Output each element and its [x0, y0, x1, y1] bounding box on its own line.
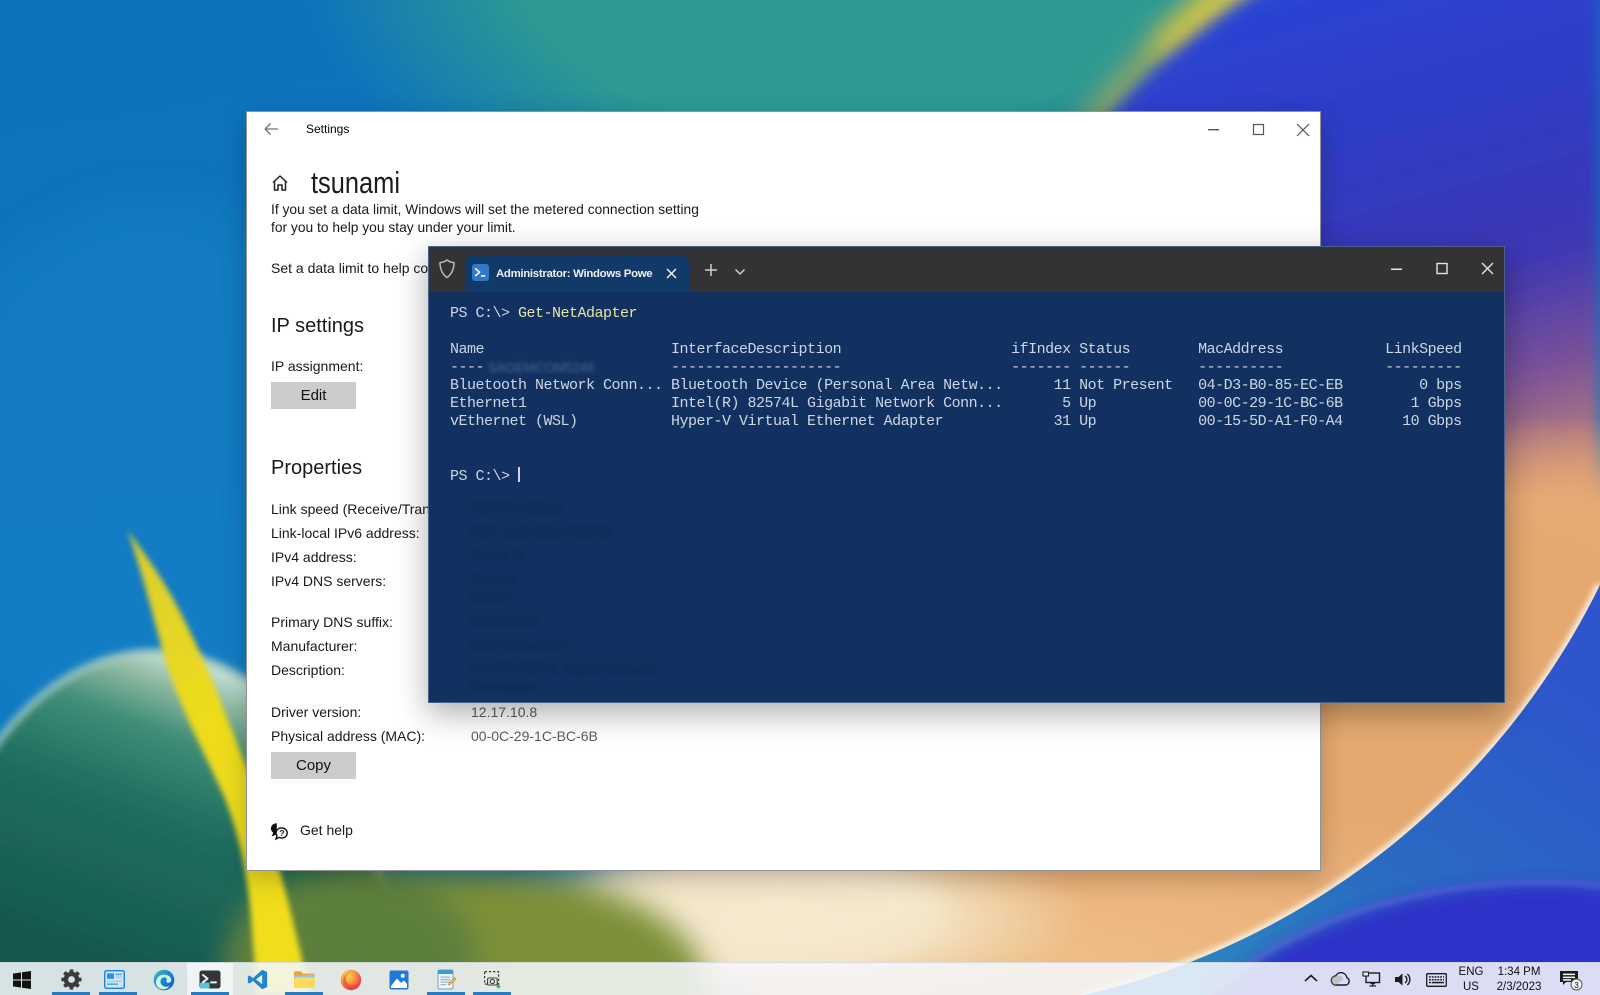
svg-text:?: ?	[279, 828, 284, 838]
svg-text:3: 3	[1574, 980, 1579, 990]
